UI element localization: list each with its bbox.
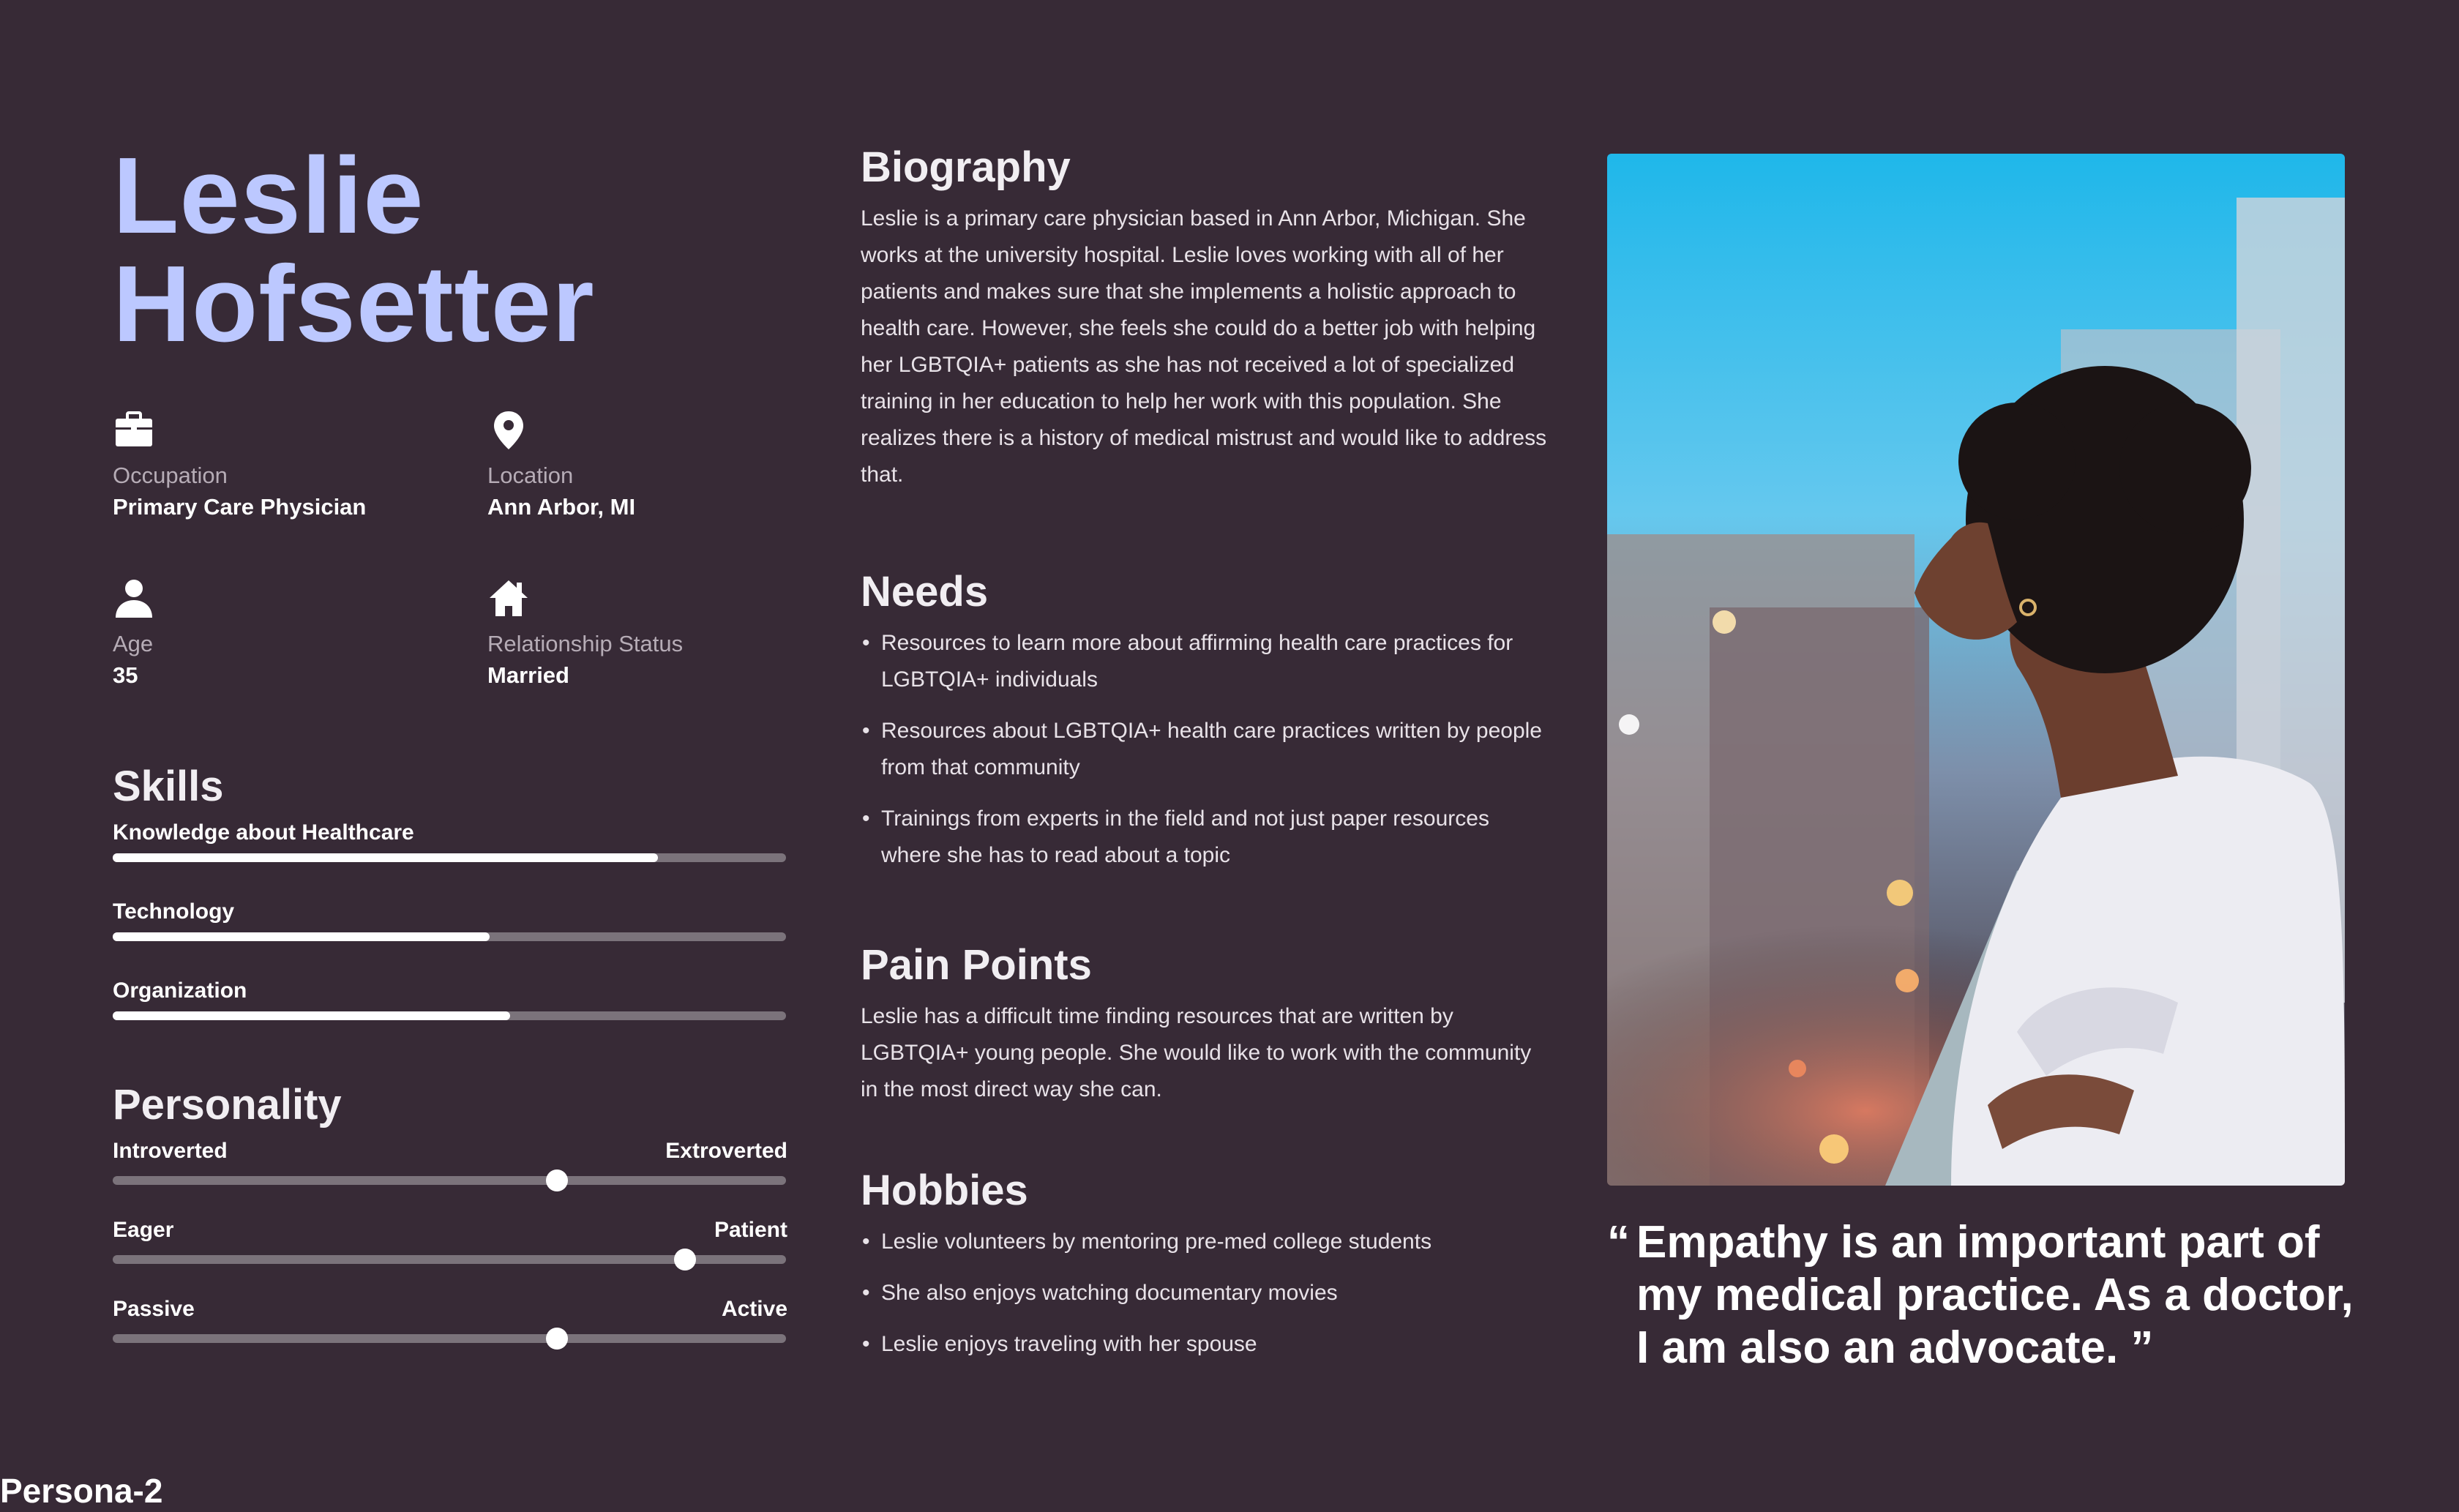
- persona-footer-label: Persona-2: [0, 1472, 163, 1510]
- quote-open-mark: “: [1607, 1217, 1630, 1268]
- pain-points-text: Leslie has a difficult time finding reso…: [861, 1004, 1532, 1101]
- skill-row: Knowledge about Healthcare: [113, 818, 787, 891]
- location-value: Ann Arbor, MI: [487, 494, 636, 520]
- needs-list: Resources to learn more about affirming …: [861, 625, 1549, 874]
- needs-section: Needs Resources to learn more about affi…: [861, 566, 1549, 888]
- skill-label: Organization: [113, 978, 247, 1003]
- biography-text: Leslie is a primary care physician based…: [861, 206, 1547, 487]
- hobbies-section: Hobbies Leslie volunteers by mentoring p…: [861, 1165, 1549, 1377]
- occupation-label: Occupation: [113, 463, 228, 488]
- quote-text: Empathy is an important part of my medic…: [1636, 1217, 2354, 1373]
- trait-left-label: Eager: [113, 1218, 174, 1242]
- biography-section: Biography Leslie is a primary care physi…: [861, 142, 1549, 493]
- home-icon: [487, 577, 530, 619]
- skill-bar: [113, 1011, 786, 1020]
- pain-points-title: Pain Points: [861, 941, 1092, 989]
- personality-section: Personality Introverted Extroverted Eage…: [113, 1079, 787, 1368]
- skill-row: Technology: [113, 897, 787, 970]
- skill-bar-fill: [113, 1011, 510, 1020]
- skill-bar-fill: [113, 932, 490, 941]
- skill-bar: [113, 932, 786, 941]
- person-icon: [113, 577, 155, 619]
- age-value: 35: [113, 662, 138, 688]
- first-name: Leslie: [113, 135, 424, 256]
- last-name: Hofsetter: [113, 244, 595, 364]
- briefcase-icon: [113, 408, 155, 451]
- hobbies-title: Hobbies: [861, 1167, 1028, 1214]
- location-info: Location Ann Arbor, MI: [487, 408, 824, 524]
- list-item: She also enjoys watching documentary mov…: [861, 1275, 1549, 1311]
- list-item: Leslie volunteers by mentoring pre-med c…: [861, 1224, 1549, 1260]
- age-label: Age: [113, 631, 154, 656]
- list-item: Resources about LGBTQIA+ health care pra…: [861, 713, 1549, 786]
- skill-row: Organization: [113, 976, 787, 1049]
- skill-label: Knowledge about Healthcare: [113, 820, 414, 845]
- skill-label: Technology: [113, 899, 235, 924]
- photo-illustration: [1607, 154, 2345, 1186]
- hobbies-list: Leslie volunteers by mentoring pre-med c…: [861, 1224, 1549, 1363]
- list-item: Trainings from experts in the field and …: [861, 801, 1549, 874]
- skill-bar: [113, 853, 786, 862]
- trait-left-label: Introverted: [113, 1139, 228, 1163]
- persona-summary: Leslie Hofsetter Occupation Primary Care…: [113, 132, 787, 1350]
- occupation-info: Occupation Primary Care Physician: [113, 408, 449, 524]
- trait-left-label: Passive: [113, 1297, 195, 1321]
- info-grid: Occupation Primary Care Physician Locati…: [113, 408, 787, 730]
- trait-right-label: Patient: [714, 1218, 787, 1242]
- list-item: Leslie enjoys traveling with her spouse: [861, 1326, 1549, 1363]
- trait-slider: Introverted Extroverted: [113, 1137, 787, 1210]
- biography-title: Biography: [861, 143, 1071, 191]
- trait-knob: [674, 1249, 696, 1270]
- skill-bar-fill: [113, 853, 659, 862]
- trait-knob: [546, 1169, 569, 1191]
- skills-title: Skills: [113, 763, 224, 810]
- age-info: Age 35: [113, 577, 449, 692]
- relationship-label: Relationship Status: [487, 631, 684, 656]
- list-item: Resources to learn more about affirming …: [861, 625, 1549, 698]
- trait-track: [113, 1328, 786, 1350]
- trait-track: [113, 1249, 786, 1270]
- skills-section: Skills Knowledge about Healthcare Techno…: [113, 761, 787, 1049]
- relationship-info: Relationship Status Married: [487, 577, 824, 692]
- persona-name: Leslie Hofsetter: [113, 142, 787, 359]
- personality-title: Personality: [113, 1081, 342, 1129]
- persona-photo: [1607, 154, 2345, 1186]
- relationship-value: Married: [487, 662, 569, 688]
- location-pin-icon: [487, 408, 530, 451]
- location-label: Location: [487, 463, 574, 488]
- trait-knob: [546, 1328, 569, 1350]
- trait-right-label: Extroverted: [665, 1139, 787, 1163]
- trait-track: [113, 1169, 786, 1191]
- persona-quote: “Empathy is an important part of my medi…: [1607, 1216, 2368, 1374]
- trait-slider: Eager Patient: [113, 1216, 787, 1289]
- pain-points-section: Pain Points Leslie has a difficult time …: [861, 940, 1549, 1108]
- needs-title: Needs: [861, 568, 989, 615]
- occupation-value: Primary Care Physician: [113, 494, 367, 520]
- trait-slider: Passive Active: [113, 1295, 787, 1368]
- trait-right-label: Active: [721, 1297, 787, 1321]
